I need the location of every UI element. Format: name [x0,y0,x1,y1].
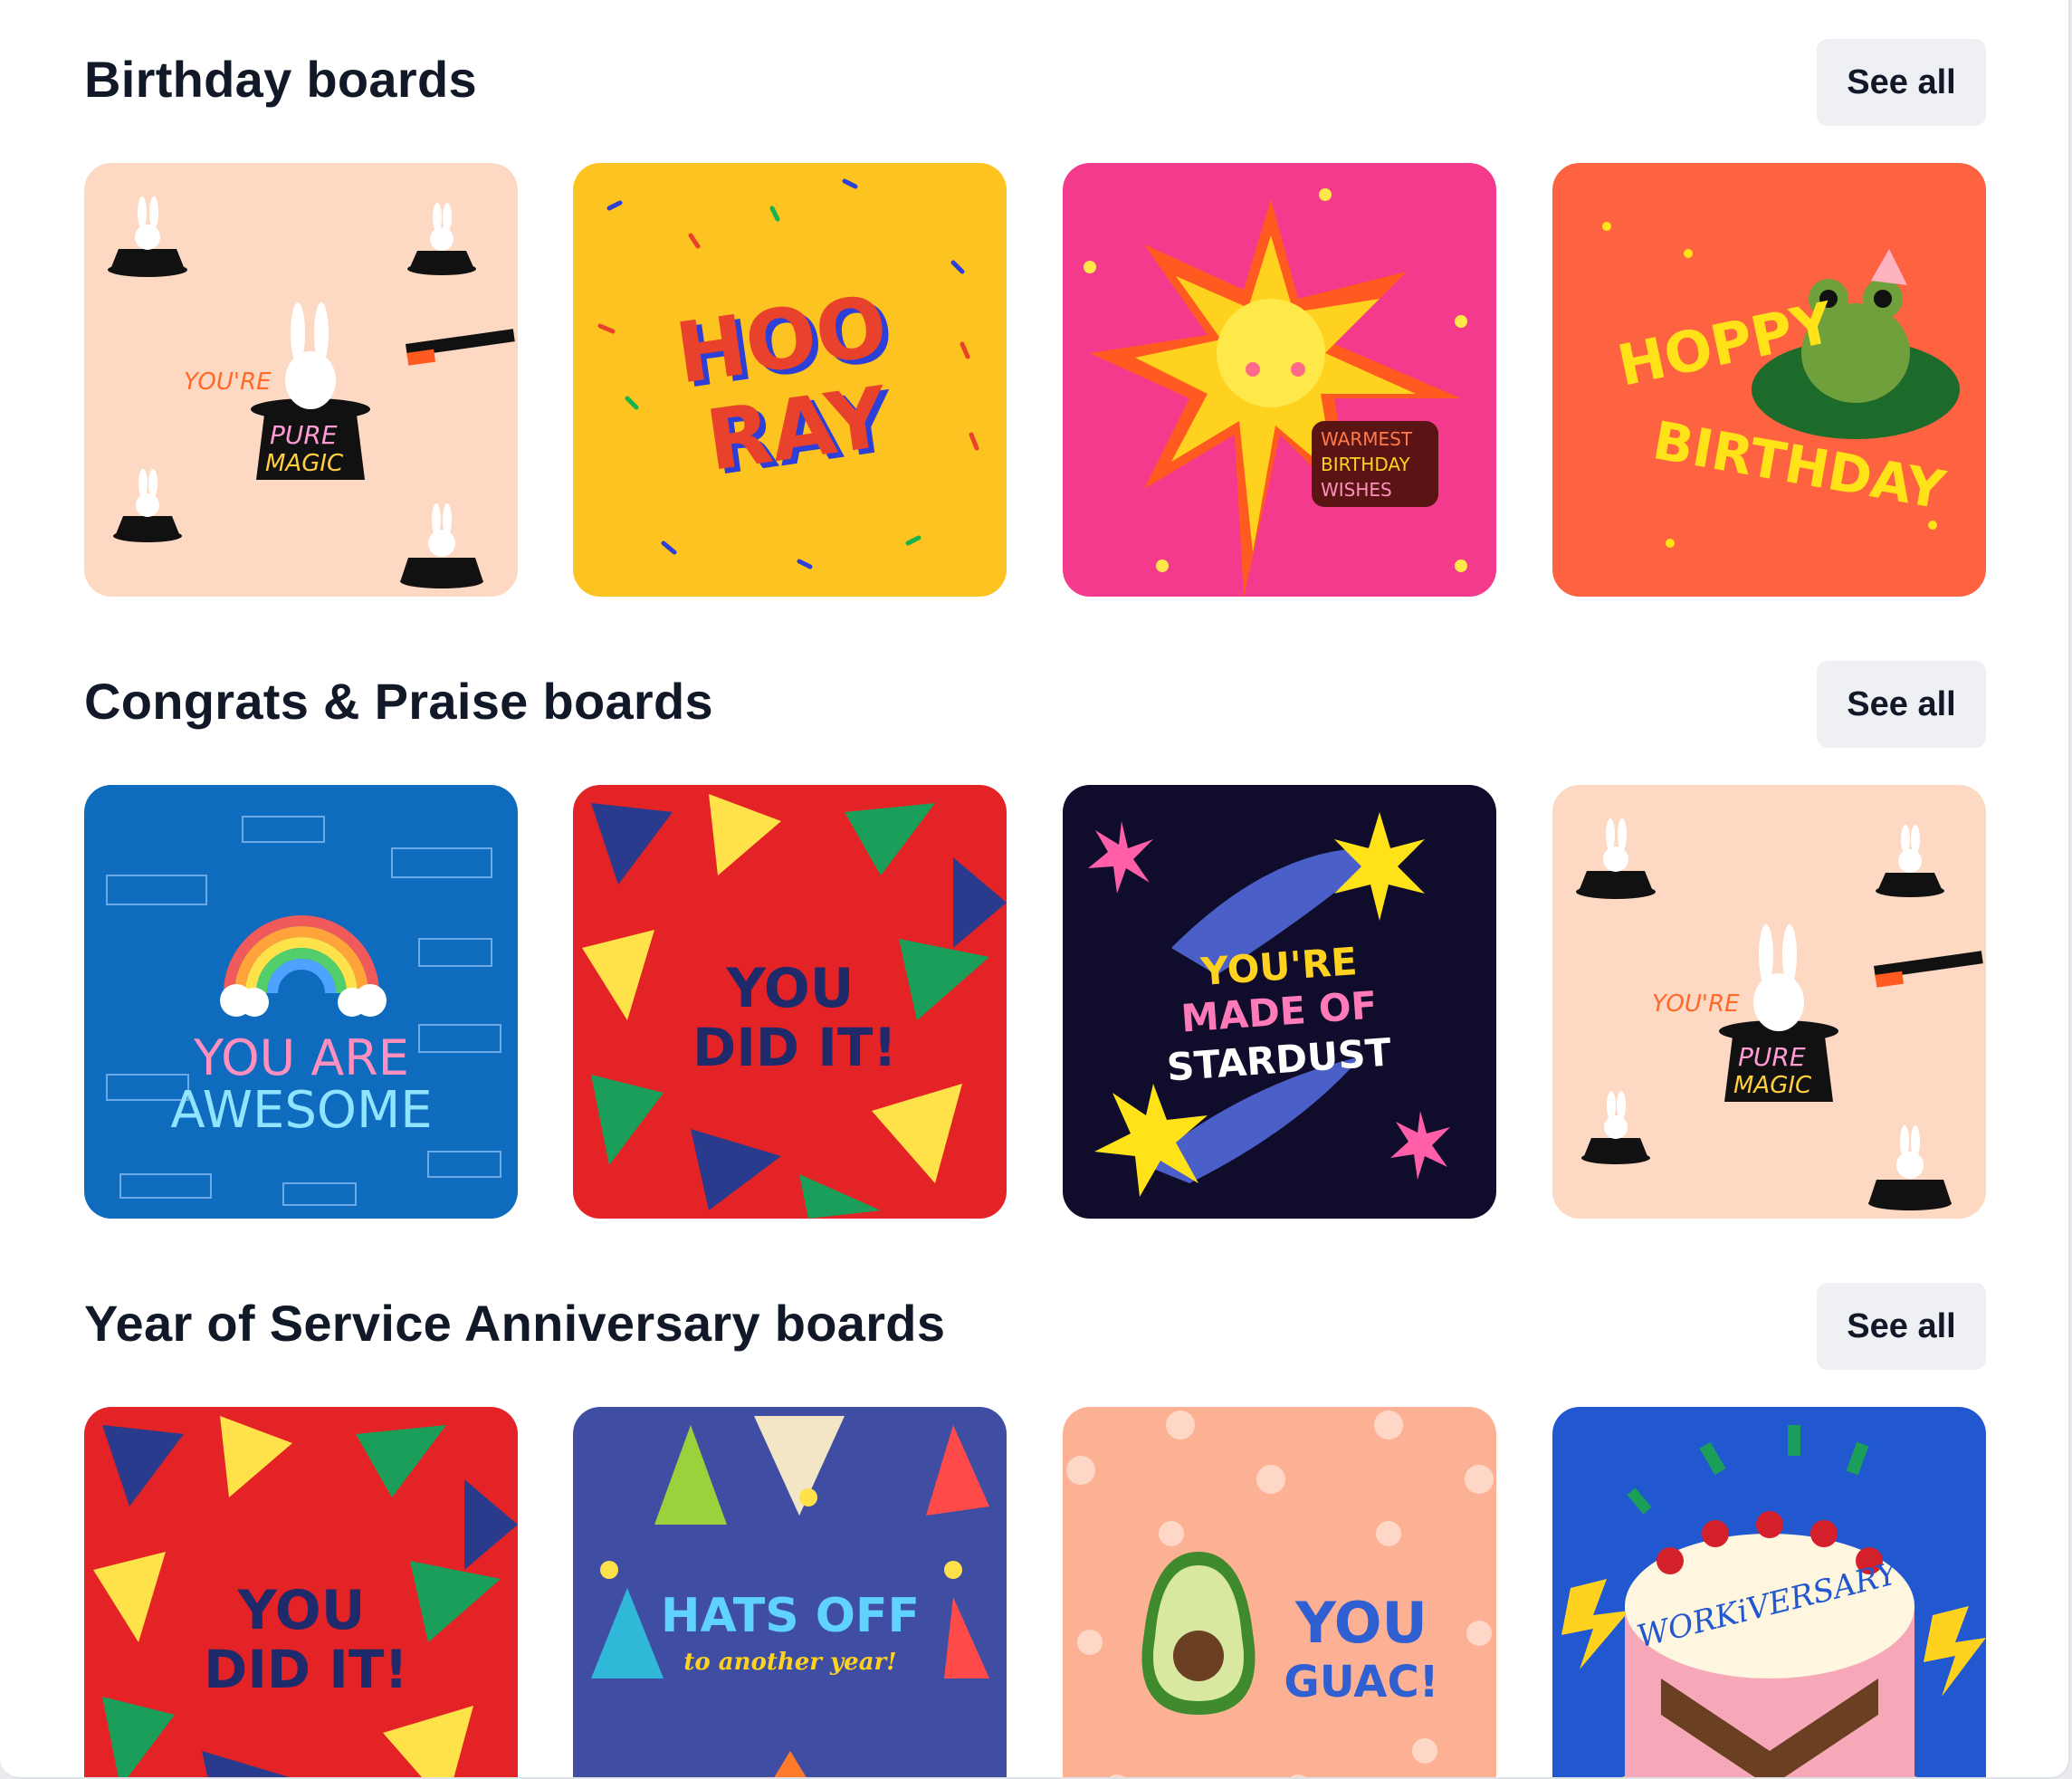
svg-text:YOU'RE: YOU'RE [1652,990,1740,1018]
pennants-icon: YOU DID IT! [84,1407,518,1777]
see-all-button[interactable]: See all [1817,39,1986,126]
sunburst-icon: WARMEST BIRTHDAY WISHES [1063,163,1496,597]
board-card-you-guac[interactable]: YOU GUAC! [1063,1407,1496,1777]
svg-text:WISHES: WISHES [1321,479,1392,501]
svg-text:MAGIC: MAGIC [265,450,344,477]
board-card-workiversary[interactable]: WORKiVERSARY [1552,1407,1986,1777]
svg-text:HATS OFF: HATS OFF [661,1589,920,1643]
section-title: Congrats & Praise boards [84,673,713,730]
board-card-made-of-stardust[interactable]: YOU'RE MADE OF STARDUST [1063,785,1496,1219]
svg-text:DID IT!: DID IT! [204,1639,408,1700]
section-title: Year of Service Anniversary boards [84,1295,946,1352]
board-card-hoppy-birthday[interactable]: HOPPY BIRTHDAY [1552,163,1986,597]
board-card-pure-magic[interactable]: YOU'RE PURE MAGIC [84,163,518,597]
board-card-you-did-it[interactable]: YOU DID IT! [84,1407,518,1777]
svg-text:PURE: PURE [270,420,338,450]
avocado-icon: YOU GUAC! [1063,1407,1496,1777]
board-card-warmest-wishes[interactable]: WARMEST BIRTHDAY WISHES [1063,163,1496,597]
svg-text:YOU ARE: YOU ARE [193,1029,409,1086]
svg-text:AWESOME: AWESOME [170,1081,432,1140]
magic-hat-bunnies-icon: YOU'RE PURE MAGIC [1552,785,1986,1219]
svg-text:YOU: YOU [236,1579,365,1642]
svg-text:YOU: YOU [725,957,854,1020]
svg-text:GUAC!: GUAC! [1284,1657,1438,1707]
board-card-you-are-awesome[interactable]: YOU ARE AWESOME [84,785,518,1219]
svg-text:DID IT!: DID IT! [692,1017,897,1078]
card-row: YOU DID IT! HATS OFF to another year! YO… [84,1407,1986,1777]
card-row: YOU ARE AWESOME YOU DID IT! YOU'RE MADE … [84,785,1986,1219]
cake-icon: WORKiVERSARY [1552,1407,1986,1777]
svg-text:YOU'RE: YOU'RE [184,368,272,396]
see-all-button[interactable]: See all [1817,661,1986,748]
shooting-star-icon: YOU'RE MADE OF STARDUST [1063,785,1496,1219]
svg-text:PURE: PURE [1738,1042,1806,1072]
board-card-hats-off[interactable]: HATS OFF to another year! [573,1407,1007,1777]
frog-icon: HOPPY BIRTHDAY [1552,163,1986,597]
card-row: YOU'RE PURE MAGIC HOO HOO RAY RAY WARMES… [84,163,1986,597]
rainbow-icon: YOU ARE AWESOME [84,785,518,1219]
section-title: Birthday boards [84,51,477,108]
boards-page: Birthday boards See all YOU'RE PURE MAGI… [0,0,2070,1779]
svg-text:WARMEST: WARMEST [1321,428,1413,450]
pennants-icon: YOU DID IT! [573,785,1007,1219]
board-card-you-did-it[interactable]: YOU DID IT! [573,785,1007,1219]
magic-hat-bunnies-icon: YOU'RE PURE MAGIC [84,163,518,597]
svg-text:to another year!: to another year! [683,1649,896,1676]
board-card-hooray[interactable]: HOO HOO RAY RAY [573,163,1007,597]
confetti-icon: HOO HOO RAY RAY [573,163,1007,597]
board-card-pure-magic[interactable]: YOU'RE PURE MAGIC [1552,785,1986,1219]
svg-text:BIRTHDAY: BIRTHDAY [1321,454,1410,475]
party-hats-icon: HATS OFF to another year! [573,1407,1007,1777]
see-all-button[interactable]: See all [1817,1283,1986,1370]
svg-text:MAGIC: MAGIC [1733,1072,1812,1099]
svg-text:YOU: YOU [1294,1590,1427,1656]
